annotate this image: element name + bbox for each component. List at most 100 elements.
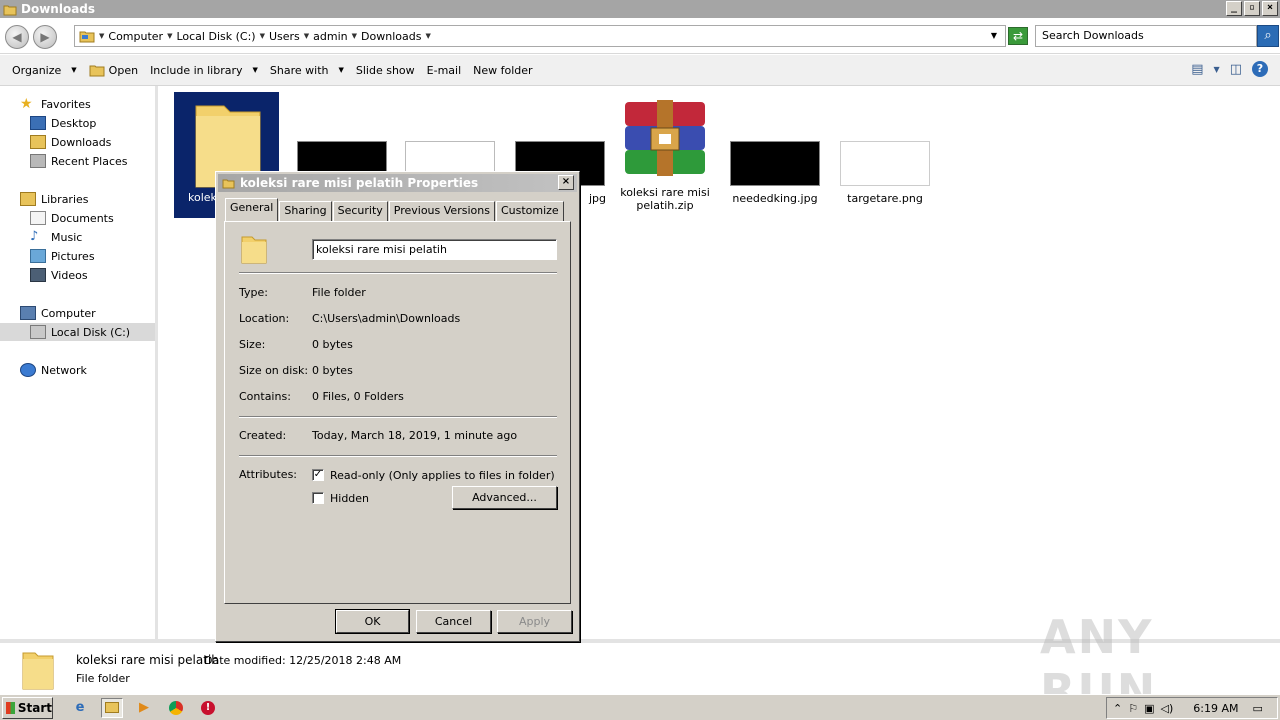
include-in-library-label: Include in library	[150, 63, 243, 77]
volume-icon[interactable]: ◁)	[1161, 702, 1174, 715]
maximize-button[interactable]: ▫	[1244, 1, 1260, 16]
minimize-button[interactable]: _	[1226, 1, 1242, 16]
nav-recent-places[interactable]: Recent Places	[30, 152, 128, 170]
nav-favorites[interactable]: ★ Favorites	[20, 95, 91, 113]
file-item-neededking[interactable]: neededking.jpg	[723, 141, 827, 205]
crumb-local-disk[interactable]: Local Disk (C:)	[176, 30, 255, 43]
explorer-taskbar-icon[interactable]	[101, 697, 123, 718]
chevron-right-icon[interactable]: ▼	[99, 32, 104, 40]
chrome-icon[interactable]	[165, 698, 187, 718]
back-button[interactable]: ◀	[5, 25, 29, 49]
nav-libraries[interactable]: Libraries	[20, 190, 89, 208]
contains-label: Contains:	[239, 390, 291, 403]
file-name-label: pelatih.zip	[636, 199, 694, 212]
chevron-right-icon[interactable]: ▼	[352, 32, 357, 40]
new-folder-button[interactable]: New folder	[473, 64, 532, 77]
close-button[interactable]: ×	[1262, 1, 1278, 16]
separator	[239, 272, 557, 274]
nav-local-disk[interactable]: Local Disk (C:)	[0, 323, 155, 341]
separator	[239, 455, 557, 457]
nav-videos[interactable]: Videos	[30, 266, 88, 284]
nav-downloads-label: Downloads	[51, 135, 112, 149]
nav-computer[interactable]: Computer	[20, 304, 96, 322]
videos-icon	[30, 268, 46, 282]
file-item-targetare[interactable]: targetare.png	[833, 141, 937, 205]
tab-general[interactable]: General	[225, 198, 279, 221]
advanced-button[interactable]: Advanced...	[452, 486, 557, 509]
crumb-downloads[interactable]: Downloads	[361, 30, 421, 43]
folder-icon	[222, 179, 235, 189]
attributes-label: Attributes:	[239, 468, 298, 481]
chevron-right-icon[interactable]: ▼	[167, 32, 172, 40]
folder-name-input[interactable]: koleksi rare misi pelatih	[312, 239, 557, 260]
nav-network[interactable]: Network	[20, 361, 87, 379]
chevron-down-icon: ▼	[71, 66, 77, 74]
crumb-computer[interactable]: Computer	[108, 30, 163, 43]
ok-button[interactable]: OK	[335, 609, 410, 634]
contains-value: 0 Files, 0 Folders	[312, 390, 404, 403]
nav-videos-label: Videos	[51, 268, 88, 282]
include-in-library-button[interactable]: Include in library ▼	[150, 64, 258, 77]
tab-previous-versions[interactable]: Previous Versions	[388, 201, 495, 221]
chevron-right-icon[interactable]: ▼	[304, 32, 309, 40]
tab-security[interactable]: Security	[332, 201, 388, 221]
apply-button[interactable]: Apply	[497, 610, 572, 633]
address-bar[interactable]: ▼ Computer ▼ Local Disk (C:) ▼ Users ▼ a…	[74, 25, 1006, 47]
dialog-close-button[interactable]: ×	[558, 175, 574, 190]
image-thumbnail	[730, 141, 820, 186]
type-label: Type:	[239, 286, 268, 299]
dialog-tabs: General Sharing Security Previous Versio…	[225, 198, 565, 221]
search-input[interactable]: Search Downloads	[1035, 25, 1257, 47]
organize-label: Organize	[12, 63, 62, 77]
crumb-users[interactable]: Users	[269, 30, 300, 43]
forward-button[interactable]: ▶	[33, 25, 57, 49]
nav-local-disk-label: Local Disk (C:)	[51, 325, 131, 339]
help-icon[interactable]: ?	[1252, 61, 1268, 77]
show-desktop-icon[interactable]: ▭	[1252, 702, 1262, 715]
network-tray-icon[interactable]: ▣	[1144, 702, 1154, 715]
folder-icon	[3, 5, 17, 15]
chevron-down-icon[interactable]: ▼	[425, 32, 430, 40]
flag-icon[interactable]: ⚐	[1128, 702, 1138, 715]
refresh-icon: ⇄	[1012, 29, 1024, 43]
email-button[interactable]: E-mail	[427, 64, 462, 77]
location-value: C:\Users\admin\Downloads	[312, 312, 461, 325]
readonly-label[interactable]: Read-only (Only applies to files in fold…	[330, 469, 555, 482]
tab-customize[interactable]: Customize	[495, 201, 564, 221]
dialog-titlebar[interactable]: koleksi rare misi pelatih Properties ×	[218, 174, 577, 192]
nav-pictures[interactable]: Pictures	[30, 247, 95, 265]
share-with-button[interactable]: Share with ▼	[270, 64, 344, 77]
hidden-checkbox[interactable]	[312, 492, 324, 504]
start-button[interactable]: Start	[2, 696, 53, 719]
search-button[interactable]: ⌕	[1257, 25, 1279, 47]
nav-network-label: Network	[41, 363, 87, 377]
stop-icon[interactable]: !	[197, 698, 219, 718]
open-button[interactable]: Open	[89, 63, 138, 77]
chevron-up-icon[interactable]: ⌃	[1113, 702, 1122, 715]
file-item-zip[interactable]: koleksi rare misi pelatih.zip	[613, 98, 717, 212]
crumb-admin[interactable]: admin	[313, 30, 347, 43]
address-dropdown-icon[interactable]: ▼	[991, 31, 997, 40]
refresh-button[interactable]: ⇄	[1008, 27, 1028, 45]
preview-pane-icon[interactable]: ◫	[1230, 62, 1242, 77]
nav-documents[interactable]: Documents	[30, 209, 114, 227]
readonly-checkbox[interactable]: ✓	[312, 469, 324, 481]
size-value: 0 bytes	[312, 338, 353, 351]
clock[interactable]: 6:19 AM	[1193, 702, 1238, 715]
file-name-label: koleksi rare misi	[620, 186, 710, 199]
window-titlebar: Downloads _ ▫ ×	[0, 0, 1280, 18]
nav-desktop[interactable]: Desktop	[30, 114, 96, 132]
media-player-icon[interactable]: ▶	[133, 698, 155, 718]
nav-desktop-label: Desktop	[51, 116, 97, 130]
view-options-icon[interactable]: ▤	[1191, 62, 1203, 77]
chevron-down-icon[interactable]: ▼	[1214, 65, 1220, 74]
slide-show-button[interactable]: Slide show	[356, 64, 415, 77]
organize-button[interactable]: Organize ▼	[12, 64, 77, 77]
chevron-right-icon[interactable]: ▼	[260, 32, 265, 40]
nav-music[interactable]: ♪ Music	[30, 228, 82, 246]
tab-sharing[interactable]: Sharing	[279, 201, 332, 221]
hidden-label[interactable]: Hidden	[330, 492, 369, 505]
ie-icon[interactable]: e	[69, 698, 91, 718]
nav-downloads[interactable]: Downloads	[30, 133, 111, 151]
cancel-button[interactable]: Cancel	[416, 610, 491, 633]
